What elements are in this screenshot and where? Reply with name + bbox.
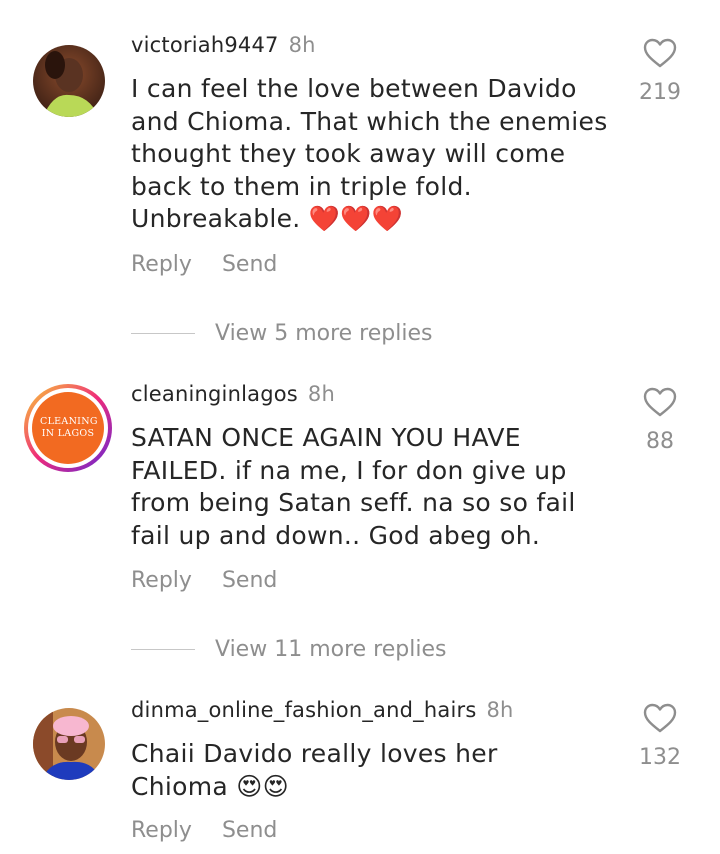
- avatar[interactable]: CLEANING IN LAGOS: [24, 384, 112, 472]
- timestamp: 8h: [288, 33, 316, 57]
- comment-header: cleaninginlagos 8h: [131, 382, 335, 406]
- view-replies-label: View 5 more replies: [215, 320, 433, 346]
- comment-text: I can feel the love between Davido and C…: [131, 74, 608, 233]
- avatar-text: CLEANING IN LAGOS: [40, 416, 98, 439]
- divider: [131, 332, 195, 334]
- send-button[interactable]: Send: [222, 568, 277, 593]
- heart-outline-icon[interactable]: [643, 703, 677, 733]
- comment-actions: Reply Send: [131, 252, 307, 277]
- like-count: 219: [639, 80, 681, 105]
- username[interactable]: dinma_online_fashion_and_hairs: [131, 698, 476, 722]
- comment-text: SATAN ONCE AGAIN YOU HAVE FAILED. if na …: [131, 423, 576, 550]
- like-control: 132: [639, 703, 681, 770]
- view-more-replies[interactable]: View 11 more replies: [131, 634, 446, 664]
- like-count: 132: [639, 745, 681, 770]
- reply-button[interactable]: Reply: [131, 568, 192, 593]
- avatar[interactable]: [33, 45, 105, 117]
- username[interactable]: cleaninginlagos: [131, 382, 298, 406]
- view-more-replies[interactable]: View 5 more replies: [131, 318, 432, 348]
- view-replies-label: View 11 more replies: [215, 636, 447, 662]
- comment-header: victoriah9447 8h: [131, 33, 316, 57]
- send-button[interactable]: Send: [222, 252, 277, 277]
- like-count: 88: [646, 429, 674, 454]
- avatar[interactable]: [33, 708, 105, 780]
- send-button[interactable]: Send: [222, 818, 277, 843]
- timestamp: 8h: [307, 382, 335, 406]
- reply-button[interactable]: Reply: [131, 818, 192, 843]
- comment-header: dinma_online_fashion_and_hairs 8h: [131, 698, 514, 722]
- comment-text: Chaii Davido really loves her Chioma 😍😍: [131, 739, 498, 801]
- timestamp: 8h: [486, 698, 514, 722]
- reply-button[interactable]: Reply: [131, 252, 192, 277]
- heart-outline-icon[interactable]: [643, 387, 677, 417]
- username[interactable]: victoriah9447: [131, 33, 279, 57]
- like-control: 88: [640, 387, 680, 454]
- comment-actions: Reply Send: [131, 568, 307, 593]
- divider: [131, 648, 195, 650]
- comment-actions: Reply Send: [131, 818, 307, 843]
- like-control: 219: [639, 38, 681, 105]
- heart-outline-icon[interactable]: [643, 38, 677, 68]
